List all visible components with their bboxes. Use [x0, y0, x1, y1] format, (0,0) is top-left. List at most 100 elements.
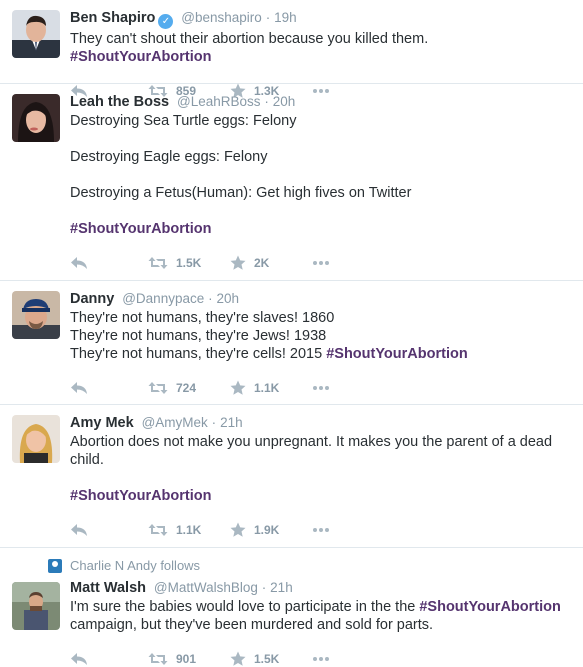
- timestamp[interactable]: 21h: [270, 580, 293, 595]
- display-name[interactable]: Amy Mek: [70, 415, 134, 431]
- separator: ·: [211, 415, 217, 430]
- retweet-count: 1.1K: [176, 523, 202, 537]
- avatar[interactable]: [12, 10, 60, 58]
- reply-icon: [71, 382, 87, 394]
- tweet-line: They're not humans, they're cells! 2015: [70, 346, 327, 362]
- timestamp[interactable]: 20h: [217, 291, 240, 306]
- display-name[interactable]: Danny: [70, 291, 114, 307]
- like-button[interactable]: 1.5K: [230, 651, 312, 667]
- like-count: 1.9K: [254, 523, 280, 537]
- like-button[interactable]: 1.9K: [230, 522, 312, 538]
- social-context-text[interactable]: Charlie N Andy follows: [70, 557, 200, 575]
- tweet-header: Ben Shapiro ✓ @benshapiro · 19h: [70, 8, 571, 29]
- tweet-actions: 1.1K 1.9K: [70, 511, 571, 549]
- retweet-icon: [148, 524, 168, 536]
- tweet[interactable]: Ben Shapiro ✓ @benshapiro · 19h They can'…: [0, 0, 583, 98]
- username[interactable]: @Dannypace: [122, 291, 204, 306]
- retweet-count: 901: [176, 652, 197, 666]
- avatar[interactable]: [12, 582, 60, 630]
- reply-button[interactable]: [70, 523, 148, 537]
- avatar[interactable]: [12, 94, 60, 142]
- display-name[interactable]: Leah the Boss: [70, 94, 169, 110]
- tweet-text: I'm sure the babies would love to partic…: [70, 598, 571, 634]
- tweet[interactable]: Amy Mek @AmyMek · 21h Abortion does not …: [0, 405, 583, 548]
- like-button[interactable]: 1.1K: [230, 380, 312, 396]
- retweet-button[interactable]: 901: [148, 652, 230, 666]
- separator: ·: [208, 291, 213, 306]
- timestamp[interactable]: 20h: [273, 94, 296, 109]
- tweet-header: Danny @Dannypace · 20h: [70, 289, 571, 308]
- hashtag-link[interactable]: #ShoutYourAbortion: [326, 346, 468, 362]
- tweet-paragraph: Destroying a Fetus(Human): Get high five…: [70, 185, 412, 201]
- tweet-line: They're not humans, they're Jews! 1938: [70, 328, 327, 344]
- tweet-text: They're not humans, they're slaves! 1860…: [70, 309, 571, 363]
- tweet-actions: 724 1.1K: [70, 369, 571, 407]
- like-count: 1.1K: [254, 381, 280, 395]
- separator: ·: [265, 10, 271, 25]
- tweet-header: Amy Mek @AmyMek · 21h: [70, 413, 571, 432]
- separator: ·: [261, 580, 267, 595]
- tweet[interactable]: Charlie N Andy follows Matt Walsh @MattW…: [0, 548, 583, 667]
- retweet-button[interactable]: 724: [148, 381, 230, 395]
- reply-icon: [71, 524, 87, 536]
- more-button[interactable]: [312, 260, 342, 266]
- hashtag-link[interactable]: #ShoutYourAbortion: [70, 488, 212, 504]
- tweet-paragraph: Abortion does not make you unpregnant. I…: [70, 434, 553, 468]
- more-icon: [313, 261, 329, 265]
- more-icon: [313, 386, 329, 390]
- retweet-icon: [148, 382, 168, 394]
- username[interactable]: @benshapiro: [181, 10, 262, 25]
- username[interactable]: @AmyMek: [142, 415, 208, 430]
- username[interactable]: @MattWalshBlog: [154, 580, 258, 595]
- more-icon: [313, 657, 329, 661]
- retweet-button[interactable]: 1.5K: [148, 256, 230, 270]
- reply-icon: [71, 653, 87, 665]
- star-icon: [230, 522, 246, 537]
- retweet-count: 1.5K: [176, 256, 202, 270]
- reply-button[interactable]: [70, 256, 148, 270]
- display-name[interactable]: Matt Walsh: [70, 580, 146, 596]
- tweet-header: Leah the Boss @LeahRBoss · 20h: [70, 92, 571, 111]
- username[interactable]: @LeahRBoss: [177, 94, 261, 109]
- star-icon: [230, 255, 246, 270]
- more-button[interactable]: [312, 385, 342, 391]
- tweet-text: They can't shout their abortion because …: [70, 30, 571, 66]
- timestamp[interactable]: 19h: [274, 10, 297, 25]
- like-count: 1.5K: [254, 652, 280, 666]
- reply-button[interactable]: [70, 381, 148, 395]
- tweet-paragraph: Destroying Sea Turtle eggs: Felony: [70, 113, 297, 129]
- like-count: 2K: [254, 256, 270, 270]
- tweet-text: Abortion does not make you unpregnant. I…: [70, 433, 571, 505]
- more-button[interactable]: [312, 527, 342, 533]
- verified-badge-icon: ✓: [158, 14, 174, 29]
- timestamp[interactable]: 21h: [220, 415, 243, 430]
- timeline: Ben Shapiro ✓ @benshapiro · 19h They can'…: [0, 0, 583, 667]
- tweet[interactable]: Danny @Dannypace · 20h They're not human…: [0, 281, 583, 405]
- avatar[interactable]: [12, 415, 60, 463]
- tweet-text-body: They can't shout their abortion because …: [70, 31, 429, 47]
- tweet-header: Matt Walsh @MattWalshBlog · 21h: [70, 578, 571, 597]
- like-button[interactable]: 2K: [230, 255, 312, 271]
- hashtag-link[interactable]: #ShoutYourAbortion: [70, 221, 212, 237]
- star-icon: [230, 651, 246, 666]
- tweet-text-body: I'm sure the babies would love to partic…: [70, 599, 420, 615]
- hashtag-link[interactable]: #ShoutYourAbortion: [419, 599, 561, 615]
- tweet[interactable]: Leah the Boss @LeahRBoss · 20h Destroyin…: [0, 84, 583, 281]
- retweet-icon: [148, 653, 168, 665]
- social-context: Charlie N Andy follows: [48, 556, 571, 576]
- more-button[interactable]: [312, 656, 342, 662]
- retweet-icon: [148, 257, 168, 269]
- tweet-line: They're not humans, they're slaves! 1860: [70, 310, 335, 326]
- retweet-button[interactable]: 1.1K: [148, 523, 230, 537]
- tweet-text: Destroying Sea Turtle eggs: Felony Destr…: [70, 112, 571, 238]
- avatar[interactable]: [12, 291, 60, 339]
- hashtag-link[interactable]: #ShoutYourAbortion: [70, 49, 212, 65]
- retweet-count: 724: [176, 381, 197, 395]
- reply-button[interactable]: [70, 652, 148, 666]
- display-name[interactable]: Ben Shapiro: [70, 10, 155, 26]
- user-follows-icon: [48, 559, 62, 573]
- tweet-actions: 1.5K 2K: [70, 244, 571, 282]
- more-icon: [313, 528, 329, 532]
- star-icon: [230, 380, 246, 395]
- tweet-text-body: campaign, but they've been murdered and …: [70, 617, 434, 633]
